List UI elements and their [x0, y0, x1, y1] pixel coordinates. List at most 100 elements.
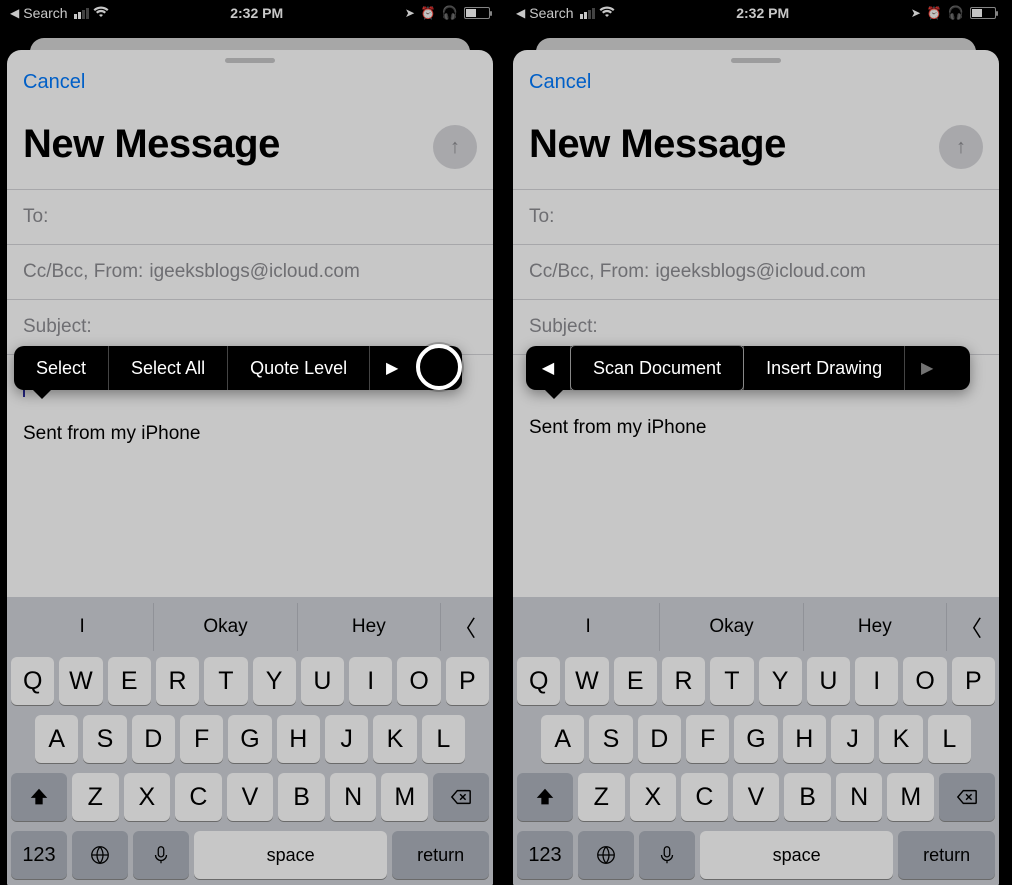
key-c[interactable]: C: [175, 773, 222, 821]
key-b[interactable]: B: [278, 773, 325, 821]
ctx-more-left[interactable]: ◀: [526, 346, 570, 390]
shift-key[interactable]: [517, 773, 573, 821]
arrow-up-icon: ↑: [450, 136, 460, 159]
space-key[interactable]: space: [700, 831, 893, 879]
key-t[interactable]: T: [204, 657, 247, 705]
backspace-key[interactable]: [939, 773, 995, 821]
key-z[interactable]: Z: [72, 773, 119, 821]
key-i[interactable]: I: [855, 657, 898, 705]
key-e[interactable]: E: [614, 657, 657, 705]
backspace-key[interactable]: [433, 773, 489, 821]
key-r[interactable]: R: [156, 657, 199, 705]
ctx-insert-drawing[interactable]: Insert Drawing: [744, 346, 904, 390]
key-f[interactable]: F: [686, 715, 729, 763]
prediction-collapse[interactable]: 〈: [441, 603, 489, 651]
key-m[interactable]: M: [381, 773, 428, 821]
globe-key[interactable]: [72, 831, 128, 879]
key-w[interactable]: W: [565, 657, 608, 705]
key-k[interactable]: K: [373, 715, 416, 763]
key-r[interactable]: R: [662, 657, 705, 705]
status-back-label: Search: [529, 5, 573, 21]
key-row-2: A S D F G H J K L: [517, 715, 995, 763]
back-arrow-icon: ◀: [10, 6, 19, 20]
globe-key[interactable]: [578, 831, 634, 879]
numeric-key[interactable]: 123: [517, 831, 573, 879]
to-field[interactable]: To:: [513, 189, 999, 244]
key-p[interactable]: P: [446, 657, 489, 705]
return-key[interactable]: return: [392, 831, 489, 879]
key-i[interactable]: I: [349, 657, 392, 705]
key-v[interactable]: V: [227, 773, 274, 821]
key-s[interactable]: S: [83, 715, 126, 763]
key-z[interactable]: Z: [578, 773, 625, 821]
key-f[interactable]: F: [180, 715, 223, 763]
key-u[interactable]: U: [807, 657, 850, 705]
context-menu: Select Select All Quote Level ▶: [14, 346, 462, 390]
ctx-quote-level[interactable]: Quote Level: [228, 346, 369, 390]
key-h[interactable]: H: [277, 715, 320, 763]
prediction-1[interactable]: I: [517, 603, 660, 651]
key-o[interactable]: O: [903, 657, 946, 705]
sheet-grabber[interactable]: [731, 58, 781, 63]
key-n[interactable]: N: [836, 773, 883, 821]
key-row-3: Z X C V B N M: [11, 773, 489, 821]
key-y[interactable]: Y: [253, 657, 296, 705]
key-p[interactable]: P: [952, 657, 995, 705]
key-l[interactable]: L: [928, 715, 971, 763]
key-j[interactable]: J: [325, 715, 368, 763]
key-u[interactable]: U: [301, 657, 344, 705]
return-key[interactable]: return: [898, 831, 995, 879]
cancel-button[interactable]: Cancel: [23, 69, 85, 104]
from-value: igeeksblogs@icloud.com: [655, 261, 865, 283]
wifi-icon: [93, 5, 109, 21]
key-n[interactable]: N: [330, 773, 377, 821]
ctx-more-right[interactable]: ▶: [370, 346, 414, 390]
key-x[interactable]: X: [630, 773, 677, 821]
to-field[interactable]: To:: [7, 189, 493, 244]
prediction-3[interactable]: Hey: [804, 603, 947, 651]
key-q[interactable]: Q: [11, 657, 54, 705]
dictation-key[interactable]: [639, 831, 695, 879]
key-o[interactable]: O: [397, 657, 440, 705]
ctx-select-all[interactable]: Select All: [109, 346, 227, 390]
prediction-2[interactable]: Okay: [154, 603, 297, 651]
ctx-select[interactable]: Select: [14, 346, 108, 390]
key-d[interactable]: D: [638, 715, 681, 763]
ctx-scan-document[interactable]: Scan Document: [571, 346, 743, 390]
sheet-grabber[interactable]: [225, 58, 275, 63]
send-button[interactable]: ↑: [433, 125, 477, 169]
numeric-key[interactable]: 123: [11, 831, 67, 879]
key-c[interactable]: C: [681, 773, 728, 821]
cc-from-field[interactable]: Cc/Bcc, From: igeeksblogs@icloud.com: [513, 244, 999, 299]
key-v[interactable]: V: [733, 773, 780, 821]
cancel-button[interactable]: Cancel: [529, 69, 591, 104]
prediction-2[interactable]: Okay: [660, 603, 803, 651]
send-button[interactable]: ↑: [939, 125, 983, 169]
prediction-3[interactable]: Hey: [298, 603, 441, 651]
key-q[interactable]: Q: [517, 657, 560, 705]
key-g[interactable]: G: [734, 715, 777, 763]
key-b[interactable]: B: [784, 773, 831, 821]
shift-key[interactable]: [11, 773, 67, 821]
key-t[interactable]: T: [710, 657, 753, 705]
key-y[interactable]: Y: [759, 657, 802, 705]
key-m[interactable]: M: [887, 773, 934, 821]
key-l[interactable]: L: [422, 715, 465, 763]
key-k[interactable]: K: [879, 715, 922, 763]
dictation-key[interactable]: [133, 831, 189, 879]
key-e[interactable]: E: [108, 657, 151, 705]
key-x[interactable]: X: [124, 773, 171, 821]
key-g[interactable]: G: [228, 715, 271, 763]
key-d[interactable]: D: [132, 715, 175, 763]
key-h[interactable]: H: [783, 715, 826, 763]
prediction-collapse[interactable]: 〈: [947, 603, 995, 651]
cc-label: Cc/Bcc, From:: [23, 261, 143, 283]
space-key[interactable]: space: [194, 831, 387, 879]
key-a[interactable]: A: [35, 715, 78, 763]
prediction-1[interactable]: I: [11, 603, 154, 651]
key-j[interactable]: J: [831, 715, 874, 763]
key-w[interactable]: W: [59, 657, 102, 705]
key-s[interactable]: S: [589, 715, 632, 763]
key-a[interactable]: A: [541, 715, 584, 763]
cc-from-field[interactable]: Cc/Bcc, From: igeeksblogs@icloud.com: [7, 244, 493, 299]
